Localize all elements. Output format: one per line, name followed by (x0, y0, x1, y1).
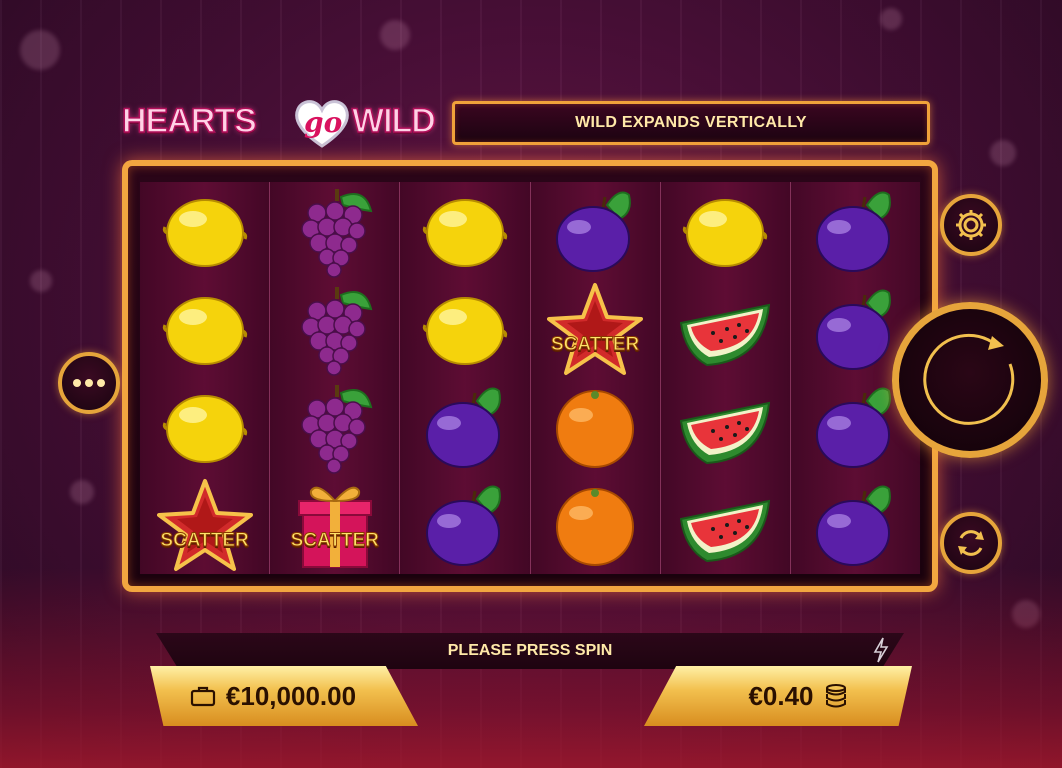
reel-cell: SCATTER (140, 476, 269, 574)
reel-5 (660, 182, 791, 574)
bokeh-light (880, 8, 902, 30)
reel-cell (531, 182, 660, 280)
menu-button[interactable] (58, 352, 120, 414)
balance-display: €10,000.00 (150, 666, 418, 726)
balance-value: €10,000.00 (225, 680, 357, 711)
grapes-icon (301, 287, 373, 376)
plum-icon (816, 289, 892, 370)
reel-cell (661, 378, 790, 476)
scatter-label: SCATTER (290, 530, 379, 552)
plum-icon (816, 485, 892, 566)
reel-cell (140, 378, 269, 476)
plum-icon (556, 191, 631, 272)
lemon-icon (162, 199, 247, 267)
grapes-icon (301, 385, 373, 474)
wallet-icon (190, 686, 216, 707)
bet-selector[interactable]: €0.40 (644, 666, 912, 726)
gift-scatter-icon (297, 486, 372, 568)
reel-cell (400, 476, 529, 574)
star-scatter-icon (156, 479, 253, 571)
watermelon-icon (680, 303, 771, 367)
status-bar: PLEASE PRESS SPIN (156, 633, 904, 669)
star-scatter-icon (547, 283, 644, 375)
reel-cell (531, 476, 660, 574)
reel-cell (270, 280, 399, 378)
lemon-icon (162, 297, 247, 365)
reel-cell (140, 182, 269, 280)
scatter-label: SCATTER (160, 530, 249, 552)
grapes-icon (301, 189, 373, 278)
lemon-icon (422, 199, 508, 267)
reel-1: SCATTER (140, 182, 271, 574)
coins-icon (825, 684, 846, 708)
scatter-label: SCATTER (550, 334, 640, 356)
logo-word-hearts: HEARTS (121, 101, 257, 141)
plum-icon (816, 387, 892, 468)
reel-cell (270, 182, 399, 280)
ellipsis-icon (73, 379, 105, 387)
bet-value: €0.40 (748, 680, 814, 711)
info-banner-text: WILD EXPANDS VERTICALLY (575, 114, 807, 131)
bokeh-light (990, 140, 1016, 166)
reel-4: SCATTER (530, 182, 661, 574)
reel-cell (270, 378, 399, 476)
reel-cell: SCATTER (270, 476, 399, 574)
spin-button[interactable] (892, 302, 1048, 458)
reel-cell (400, 378, 529, 476)
bokeh-light (380, 20, 410, 50)
orange-icon (556, 488, 635, 566)
game-logo: HEARTS go WILD (120, 100, 450, 154)
reel-cell (140, 280, 269, 378)
bokeh-light (30, 270, 52, 292)
reel-cell (400, 182, 529, 280)
reel-cell (661, 476, 790, 574)
reel-cell (661, 182, 790, 280)
spin-arrow-icon (923, 333, 1015, 425)
autoplay-icon (958, 530, 984, 556)
settings-button[interactable] (940, 194, 1002, 256)
lemon-icon (683, 199, 768, 267)
reel-2: SCATTER (270, 182, 401, 574)
bokeh-light (70, 480, 94, 504)
lightning-icon[interactable] (872, 637, 890, 663)
orange-icon (556, 390, 635, 468)
status-text: PLEASE PRESS SPIN (447, 642, 613, 659)
watermelon-icon (680, 499, 771, 563)
lemon-icon (162, 395, 247, 463)
reel-cell (791, 182, 920, 280)
reel-cell (400, 280, 529, 378)
plum-icon (816, 191, 892, 272)
logo-word-go: go (304, 106, 343, 139)
plum-icon (425, 387, 501, 468)
reel-cell (531, 378, 660, 476)
watermelon-icon (680, 401, 771, 465)
reels-grid: SCATTER SCATTER SCATTER (140, 182, 921, 574)
lemon-icon (422, 297, 508, 365)
reel-3 (400, 182, 531, 574)
autoplay-button[interactable] (940, 512, 1002, 574)
plum-icon (425, 485, 501, 566)
bokeh-light (20, 30, 60, 70)
reel-cell: SCATTER (531, 280, 660, 378)
reel-cell (661, 280, 790, 378)
reel-cell (791, 476, 920, 574)
gear-icon (956, 210, 986, 240)
info-banner: WILD EXPANDS VERTICALLY (452, 101, 930, 145)
logo-word-wild: WILD (351, 101, 436, 141)
